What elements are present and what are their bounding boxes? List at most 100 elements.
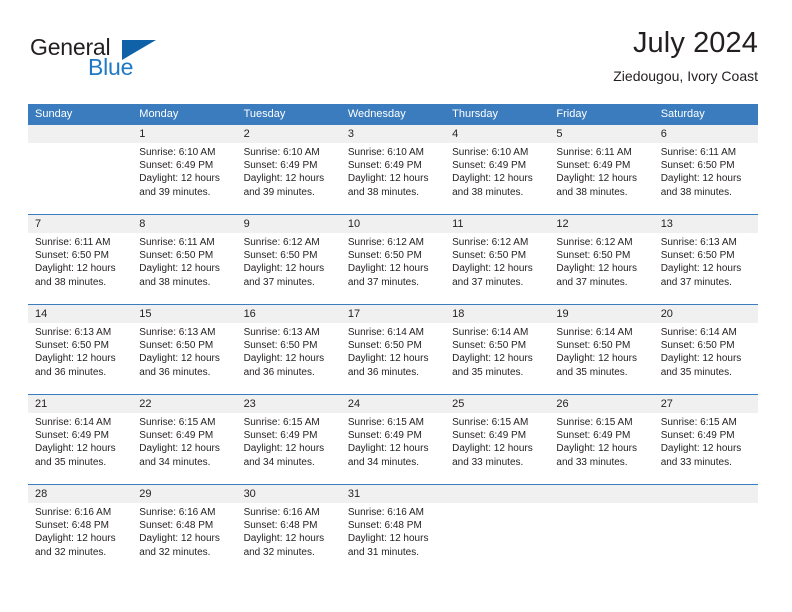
sunrise-text: Sunrise: 6:12 AM: [243, 237, 320, 248]
day-cell[interactable]: 4 Sunrise: 6:10 AM Sunset: 6:49 PM Daylight…: [445, 125, 550, 214]
day-cell[interactable]: 10 Sunrise: 6:12 AM Sunset: 6:50 PM Dayligh…: [340, 215, 446, 304]
weekday-header-thursday: Thursday: [452, 108, 498, 120]
sunrise-text: Sunrise: 6:16 AM: [347, 507, 424, 518]
day-details: Sunrise: 6:15 AM Sunset: 6:49 PM Daylight:…: [445, 413, 549, 469]
title-block: July 2024 Ziedougou, Ivory Coast: [613, 26, 758, 85]
daylight-text: Daylight: 12 hours and 38 minutes.: [347, 173, 429, 198]
sunrise-text: Sunrise: 6:11 AM: [556, 147, 632, 158]
sunrise-text: Sunrise: 6:10 AM: [452, 147, 529, 158]
daylight-text: Daylight: 12 hours and 37 minutes.: [347, 263, 429, 288]
day-cell[interactable]: 17 Sunrise: 6:14 AM Sunset: 6:50 PM Dayligh…: [340, 305, 446, 394]
calendar-week-row: 1 Sunrise: 6:10 AM Sunset: 6:49 PM Daylight…: [28, 125, 758, 214]
day-cell[interactable]: 30 Sunrise: 6:16 AM Sunset: 6:48 PM Dayligh…: [236, 485, 341, 574]
sunset-text: Sunset: 6:50 PM: [243, 250, 318, 262]
day-cell[interactable]: 29 Sunrise: 6:16 AM Sunset: 6:48 PM Dayligh…: [132, 485, 237, 574]
sunrise-text: Sunrise: 6:12 AM: [452, 237, 529, 248]
day-cell[interactable]: 14 Sunrise: 6:13 AM Sunset: 6:50 PM Dayligh…: [28, 305, 133, 394]
day-details: Sunrise: 6:15 AM Sunset: 6:49 PM Daylight:…: [654, 413, 758, 469]
day-cell[interactable]: 24 Sunrise: 6:15 AM Sunset: 6:49 PM Dayligh…: [340, 395, 446, 484]
sunset-text: Sunset: 6:48 PM: [347, 520, 422, 532]
weekday-header-sunday: Sunday: [35, 108, 73, 120]
day-details: Sunrise: 6:11 AM Sunset: 6:50 PM Daylight:…: [28, 233, 132, 289]
day-details: Sunrise: 6:13 AM Sunset: 6:50 PM Daylight:…: [28, 323, 132, 379]
sunrise-text: Sunrise: 6:15 AM: [556, 417, 633, 428]
day-cell[interactable]: 11 Sunrise: 6:12 AM Sunset: 6:50 PM Dayligh…: [445, 215, 550, 304]
day-number: 28: [28, 485, 133, 503]
day-cell[interactable]: 25 Sunrise: 6:15 AM Sunset: 6:49 PM Dayligh…: [445, 395, 550, 484]
day-cell[interactable]: 13 Sunrise: 6:13 AM Sunset: 6:50 PM Dayligh…: [653, 215, 758, 304]
sunrise-text: Sunrise: 6:13 AM: [35, 327, 112, 338]
sunrise-text: Sunrise: 6:14 AM: [347, 327, 424, 338]
day-number: 19: [549, 305, 654, 323]
calendar-week-row: 14 Sunrise: 6:13 AM Sunset: 6:50 PM Dayligh…: [28, 304, 758, 394]
sunrise-text: Sunrise: 6:16 AM: [139, 507, 216, 518]
sunset-text: Sunset: 6:49 PM: [660, 430, 735, 442]
week-cells: 7 Sunrise: 6:11 AM Sunset: 6:50 PM Daylight…: [28, 215, 758, 304]
general-blue-logo[interactable]: General Blue: [28, 34, 178, 86]
day-cell[interactable]: 2 Sunrise: 6:10 AM Sunset: 6:49 PM Daylight…: [236, 125, 341, 214]
daylight-text: Daylight: 12 hours and 39 minutes.: [139, 173, 220, 198]
day-cell[interactable]: 28 Sunrise: 6:16 AM Sunset: 6:48 PM Dayligh…: [28, 485, 133, 574]
day-cell[interactable]: 12 Sunrise: 6:12 AM Sunset: 6:50 PM Dayligh…: [549, 215, 654, 304]
day-number: 2: [236, 125, 341, 143]
sunset-text: Sunset: 6:50 PM: [35, 340, 109, 352]
day-cell[interactable]: 7 Sunrise: 6:11 AM Sunset: 6:50 PM Daylight…: [28, 215, 133, 304]
sunset-text: Sunset: 6:50 PM: [35, 250, 109, 262]
sunset-text: Sunset: 6:50 PM: [347, 250, 422, 262]
daylight-text: Daylight: 12 hours and 36 minutes.: [35, 353, 116, 378]
sunset-text: Sunset: 6:49 PM: [139, 430, 214, 442]
day-details: Sunrise: 6:10 AM Sunset: 6:49 PM Daylight:…: [132, 143, 236, 199]
day-cell[interactable]: 9 Sunrise: 6:12 AM Sunset: 6:50 PM Daylight…: [236, 215, 341, 304]
sunrise-text: Sunrise: 6:11 AM: [35, 237, 111, 248]
sunset-text: Sunset: 6:49 PM: [556, 430, 631, 442]
sunrise-text: Sunrise: 6:13 AM: [660, 237, 737, 248]
day-cell[interactable]: 1 Sunrise: 6:10 AM Sunset: 6:49 PM Daylight…: [132, 125, 237, 214]
day-details: Sunrise: 6:16 AM Sunset: 6:48 PM Daylight:…: [28, 503, 132, 559]
page-header: General Blue July 2024 Ziedougou, Ivory …: [28, 26, 758, 96]
day-cell[interactable]: 5 Sunrise: 6:11 AM Sunset: 6:49 PM Daylight…: [549, 125, 654, 214]
daylight-text: Daylight: 12 hours and 33 minutes.: [660, 443, 742, 468]
day-number: 13: [653, 215, 758, 233]
daylight-text: Daylight: 12 hours and 35 minutes.: [452, 353, 533, 378]
day-details: Sunrise: 6:16 AM Sunset: 6:48 PM Daylight:…: [132, 503, 236, 559]
sunset-text: Sunset: 6:49 PM: [347, 160, 422, 172]
day-cell[interactable]: 22 Sunrise: 6:15 AM Sunset: 6:49 PM Dayligh…: [132, 395, 237, 484]
day-cell[interactable]: 16 Sunrise: 6:13 AM Sunset: 6:50 PM Dayligh…: [236, 305, 341, 394]
day-details: Sunrise: 6:13 AM Sunset: 6:50 PM Daylight:…: [654, 233, 758, 289]
day-number: 26: [549, 395, 654, 413]
day-number: 9: [236, 215, 341, 233]
day-details: Sunrise: 6:13 AM Sunset: 6:50 PM Daylight:…: [132, 323, 236, 379]
day-cell[interactable]: 8 Sunrise: 6:11 AM Sunset: 6:50 PM Daylight…: [132, 215, 237, 304]
day-number: 10: [340, 215, 446, 233]
day-cell[interactable]: 20 Sunrise: 6:14 AM Sunset: 6:50 PM Dayligh…: [653, 305, 758, 394]
sunset-text: Sunset: 6:48 PM: [35, 520, 109, 532]
day-cell[interactable]: 18 Sunrise: 6:14 AM Sunset: 6:50 PM Dayligh…: [445, 305, 550, 394]
day-number: 15: [132, 305, 237, 323]
sunset-text: Sunset: 6:50 PM: [660, 160, 735, 172]
day-number: 30: [236, 485, 341, 503]
logo-text-blue: Blue: [88, 54, 134, 80]
day-cell[interactable]: 23 Sunrise: 6:15 AM Sunset: 6:49 PM Dayligh…: [236, 395, 341, 484]
day-number: [445, 485, 550, 503]
daylight-text: Daylight: 12 hours and 38 minutes.: [452, 173, 533, 198]
sunset-text: Sunset: 6:49 PM: [452, 430, 527, 442]
sunrise-text: Sunrise: 6:16 AM: [35, 507, 112, 518]
day-cell[interactable]: 26 Sunrise: 6:15 AM Sunset: 6:49 PM Dayligh…: [549, 395, 654, 484]
weekday-header-friday: Friday: [556, 108, 587, 120]
day-cell[interactable]: 15 Sunrise: 6:13 AM Sunset: 6:50 PM Dayligh…: [132, 305, 237, 394]
day-cell[interactable]: 6 Sunrise: 6:11 AM Sunset: 6:50 PM Daylight…: [653, 125, 758, 214]
sunset-text: Sunset: 6:50 PM: [452, 340, 527, 352]
day-cell[interactable]: 31 Sunrise: 6:16 AM Sunset: 6:48 PM Dayligh…: [340, 485, 446, 574]
sunrise-text: Sunrise: 6:10 AM: [243, 147, 320, 158]
sunset-text: Sunset: 6:50 PM: [556, 340, 631, 352]
day-number: 22: [132, 395, 237, 413]
week-cells: 14 Sunrise: 6:13 AM Sunset: 6:50 PM Dayligh…: [28, 305, 758, 394]
day-cell[interactable]: 3 Sunrise: 6:10 AM Sunset: 6:49 PM Daylight…: [340, 125, 446, 214]
day-cell[interactable]: 19 Sunrise: 6:14 AM Sunset: 6:50 PM Dayligh…: [549, 305, 654, 394]
sunrise-text: Sunrise: 6:10 AM: [347, 147, 424, 158]
day-details: Sunrise: 6:14 AM Sunset: 6:49 PM Daylight:…: [28, 413, 132, 469]
day-cell[interactable]: 21 Sunrise: 6:14 AM Sunset: 6:49 PM Dayligh…: [28, 395, 133, 484]
day-cell[interactable]: 27 Sunrise: 6:15 AM Sunset: 6:49 PM Dayligh…: [653, 395, 758, 484]
day-number: 5: [549, 125, 654, 143]
daylight-text: Daylight: 12 hours and 32 minutes.: [35, 533, 116, 558]
